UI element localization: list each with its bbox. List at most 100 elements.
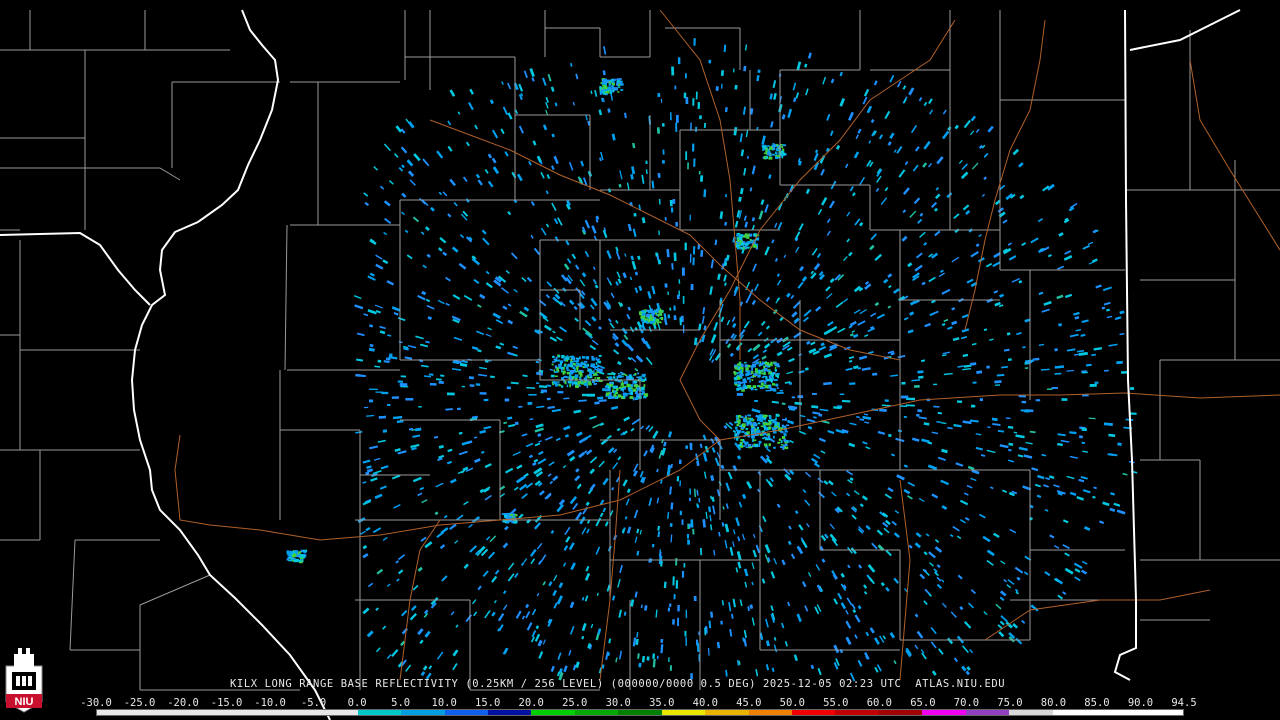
- echo-pixel: [550, 86, 555, 92]
- echo-pixel: [594, 284, 599, 289]
- echo-pixel: [1080, 333, 1086, 337]
- echo-pixel: [742, 106, 747, 115]
- echo-cluster-pixel: [761, 382, 764, 386]
- echo-cluster-pixel: [643, 320, 646, 323]
- echo-pixel: [632, 637, 637, 647]
- echo-cluster-pixel: [785, 424, 790, 426]
- echo-pixel: [983, 176, 987, 181]
- echo-cluster-pixel: [659, 321, 662, 324]
- echo-cluster-pixel: [303, 551, 307, 554]
- echo-cluster-pixel: [634, 373, 637, 376]
- echo-pixel: [420, 364, 429, 368]
- echo-cluster-pixel: [570, 358, 573, 362]
- echo-pixel: [660, 644, 664, 654]
- echo-pixel: [630, 599, 635, 607]
- echo-pixel: [602, 70, 606, 76]
- echo-cluster-pixel: [617, 394, 622, 398]
- echo-pixel: [903, 464, 909, 468]
- echo-pixel: [445, 408, 453, 411]
- echo-pixel: [626, 488, 631, 493]
- echo-pixel: [864, 421, 870, 424]
- echo-cluster-pixel: [751, 371, 754, 374]
- echo-cluster-pixel: [747, 365, 751, 368]
- echo-pixel: [751, 217, 756, 222]
- colorbar-segment: [357, 710, 402, 715]
- echo-pixel: [1024, 318, 1031, 323]
- echo-cluster-pixel: [742, 418, 747, 421]
- echo-cluster-pixel: [734, 372, 736, 376]
- echo-cluster-pixel: [768, 426, 772, 430]
- echo-pixel: [514, 421, 519, 426]
- echo-pixel: [581, 635, 585, 640]
- echo-pixel: [899, 405, 908, 408]
- echo-cluster-pixel: [561, 355, 565, 359]
- echo-cluster-pixel: [770, 363, 773, 366]
- echo-pixel: [575, 73, 579, 80]
- echo-cluster-pixel: [734, 433, 737, 437]
- echo-pixel: [398, 341, 403, 344]
- echo-cluster-pixel: [774, 369, 777, 372]
- echo-cluster-pixel: [780, 446, 783, 448]
- echo-cluster-pixel: [734, 381, 738, 384]
- echo-cluster-pixel: [755, 361, 759, 365]
- echo-pixel: [1108, 433, 1116, 438]
- echo-cluster-pixel: [618, 86, 621, 89]
- echo-pixel: [857, 367, 861, 370]
- colorbar-segment: [314, 710, 358, 715]
- echo-pixel: [969, 419, 979, 423]
- echo-pixel: [971, 343, 977, 346]
- echo-pixel: [1066, 348, 1076, 352]
- echo-pixel: [368, 347, 375, 352]
- echo-pixel: [656, 468, 659, 473]
- echo-cluster-pixel: [613, 394, 617, 397]
- echo-pixel: [669, 486, 672, 495]
- scale-label: 80.0: [1040, 697, 1067, 709]
- echo-cluster-pixel: [604, 91, 609, 94]
- echo-cluster-pixel: [611, 78, 613, 83]
- echo-pixel: [599, 157, 602, 162]
- scale-label: 65.0: [910, 697, 936, 709]
- echo-cluster-pixel: [768, 421, 772, 425]
- echo-cluster-pixel: [629, 396, 634, 399]
- colorbar-segment: [183, 710, 228, 715]
- echo-pixel: [616, 427, 621, 432]
- scale-label: 10.0: [431, 697, 457, 709]
- echo-pixel: [996, 373, 1005, 377]
- echo-pixel: [489, 375, 495, 379]
- echo-pixel: [1036, 494, 1042, 498]
- scale-label: 20.0: [518, 697, 544, 709]
- echo-cluster-pixel: [612, 80, 615, 84]
- echo-cluster-pixel: [578, 371, 583, 375]
- echo-cluster-pixel: [655, 312, 657, 315]
- echo-pixel: [365, 471, 370, 476]
- echo-cluster-pixel: [513, 520, 517, 524]
- echo-cluster-pixel: [782, 419, 786, 421]
- scale-label: 40.0: [692, 697, 718, 709]
- echo-pixel: [644, 605, 648, 611]
- echo-pixel: [756, 75, 760, 82]
- echo-cluster-pixel: [550, 374, 555, 378]
- echo-pixel: [830, 78, 835, 84]
- echo-pixel: [741, 248, 745, 254]
- echo-cluster-pixel: [763, 436, 767, 439]
- echo-cluster-pixel: [781, 436, 786, 439]
- echo-cluster-pixel: [618, 83, 621, 86]
- echo-cluster-pixel: [769, 147, 774, 150]
- echo-pixel: [1007, 448, 1012, 452]
- echo-pixel: [737, 561, 742, 569]
- echo-cluster-pixel: [745, 428, 749, 430]
- echo-pixel: [962, 353, 969, 357]
- echo-pixel: [408, 428, 414, 431]
- echo-pixel: [921, 359, 926, 363]
- echo-cluster-pixel: [593, 370, 595, 372]
- echo-pixel: [707, 647, 710, 656]
- echo-pixel: [621, 529, 625, 533]
- echo-cluster-pixel: [781, 145, 784, 148]
- echo-cluster-pixel: [612, 376, 616, 379]
- echo-cluster-pixel: [748, 444, 752, 447]
- echo-pixel: [1029, 430, 1036, 434]
- echo-cluster-pixel: [632, 388, 637, 392]
- echo-pixel: [660, 560, 663, 567]
- colorbar-segment: [705, 710, 749, 715]
- echo-pixel: [848, 359, 853, 363]
